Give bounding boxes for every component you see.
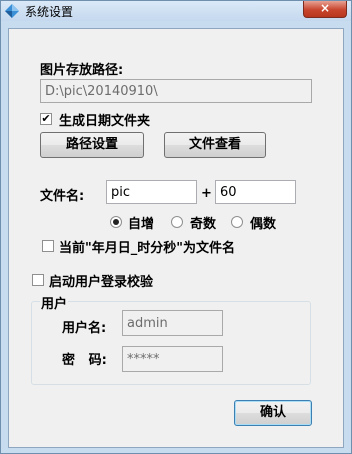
- radio-odd-label: 奇数: [190, 217, 217, 232]
- timestamp-filename-checkbox[interactable]: [42, 240, 54, 252]
- diamond-app-icon: [5, 4, 19, 18]
- radio-increment[interactable]: [110, 216, 122, 228]
- date-folder-checkbox[interactable]: ✔: [40, 113, 52, 125]
- settings-window: 系统设置 × 图片存放路径: ✔ 生成日期文件夹 路径设置 文件查看 文件名: …: [0, 0, 352, 454]
- radio-even[interactable]: [231, 216, 243, 228]
- login-check-label: 启动用户登录校验: [49, 275, 154, 290]
- radio-increment-label: 自增: [128, 217, 155, 232]
- radio-odd[interactable]: [171, 216, 183, 228]
- view-files-button[interactable]: 文件查看: [164, 132, 266, 158]
- username-field[interactable]: [122, 310, 223, 336]
- title-bar[interactable]: 系统设置 ×: [1, 1, 351, 21]
- image-path-label: 图片存放路径:: [40, 63, 124, 78]
- filename-label: 文件名:: [40, 189, 85, 204]
- login-check-checkbox[interactable]: [32, 274, 44, 286]
- filename-prefix-input[interactable]: [106, 180, 197, 204]
- path-settings-button[interactable]: 路径设置: [40, 132, 144, 158]
- date-folder-label: 生成日期文件夹: [59, 114, 151, 129]
- close-button[interactable]: ×: [303, 1, 347, 18]
- checkmark-icon: ✔: [41, 112, 51, 125]
- image-path-field[interactable]: [40, 79, 312, 103]
- filename-number-input[interactable]: [215, 180, 296, 204]
- plus-sign: +: [201, 186, 212, 201]
- user-group-title: 用户: [40, 293, 69, 312]
- radio-even-label: 偶数: [250, 217, 277, 232]
- confirm-button[interactable]: 确认: [234, 400, 312, 426]
- window-title: 系统设置: [25, 5, 74, 19]
- username-label: 用户名:: [62, 321, 107, 336]
- dialog-body: 图片存放路径: ✔ 生成日期文件夹 路径设置 文件查看 文件名: + 自增 奇数…: [8, 28, 344, 448]
- password-field[interactable]: [122, 346, 223, 372]
- password-label: 密 码:: [62, 353, 107, 368]
- timestamp-filename-label: 当前"年月日_时分秒"为文件名: [59, 241, 236, 256]
- close-icon: ×: [319, 1, 331, 15]
